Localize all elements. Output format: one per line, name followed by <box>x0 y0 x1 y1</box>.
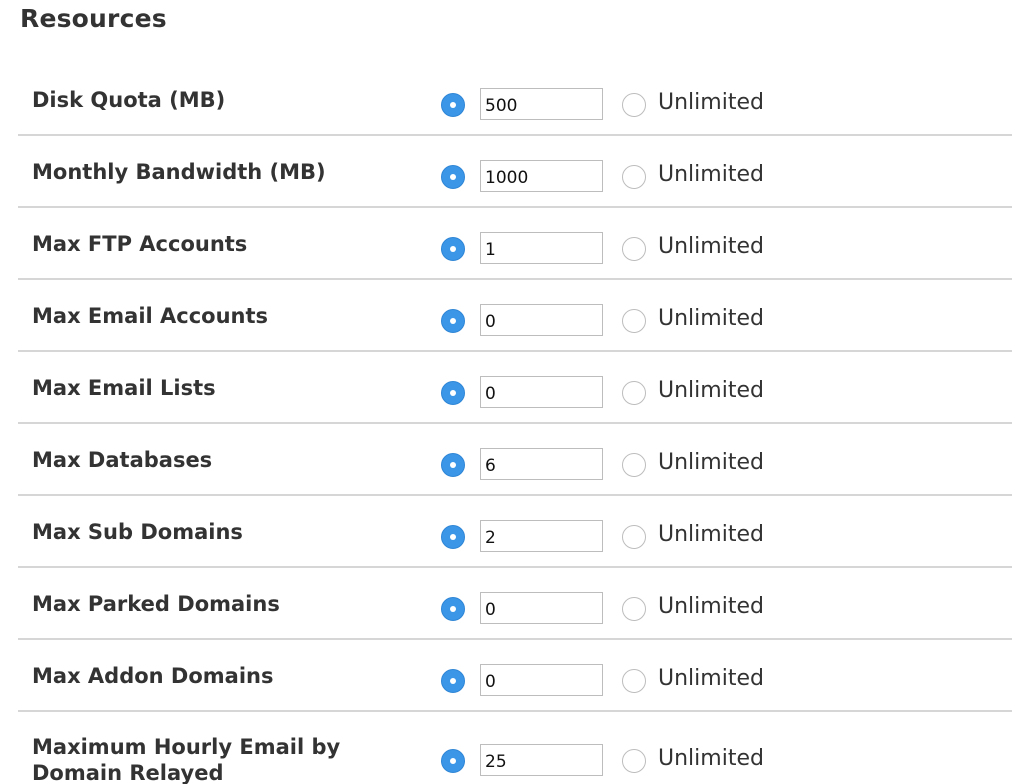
section-title: Resources <box>20 4 167 33</box>
value-radio[interactable] <box>441 525 465 549</box>
resource-row-max-hourly-email: Maximum Hourly Email by Domain Relayed U… <box>18 712 1012 784</box>
unlimited-radio[interactable] <box>622 669 646 693</box>
value-input[interactable] <box>480 88 603 120</box>
resource-list: Disk Quota (MB) Unlimited Monthly Bandwi… <box>18 64 1012 784</box>
unlimited-radio[interactable] <box>622 749 646 773</box>
row-label: Max Parked Domains <box>32 592 280 616</box>
unlimited-label[interactable]: Unlimited <box>658 232 764 262</box>
value-radio[interactable] <box>441 165 465 189</box>
unlimited-label[interactable]: Unlimited <box>658 744 764 774</box>
unlimited-radio[interactable] <box>622 237 646 261</box>
value-radio[interactable] <box>441 93 465 117</box>
value-input[interactable] <box>480 448 603 480</box>
resource-row-monthly-bandwidth: Monthly Bandwidth (MB) Unlimited <box>18 136 1012 208</box>
row-label: Disk Quota (MB) <box>32 88 226 112</box>
value-input[interactable] <box>480 376 603 408</box>
value-input[interactable] <box>480 592 603 624</box>
value-radio[interactable] <box>441 597 465 621</box>
resource-row-max-parked-domains: Max Parked Domains Unlimited <box>18 568 1012 640</box>
value-radio[interactable] <box>441 669 465 693</box>
value-radio[interactable] <box>441 453 465 477</box>
row-label: Max Databases <box>32 448 213 472</box>
unlimited-label[interactable]: Unlimited <box>658 88 764 118</box>
value-input[interactable] <box>480 304 603 336</box>
unlimited-label[interactable]: Unlimited <box>658 448 764 478</box>
value-input[interactable] <box>480 160 603 192</box>
value-radio[interactable] <box>441 237 465 261</box>
resource-row-max-email-lists: Max Email Lists Unlimited <box>18 352 1012 424</box>
resource-row-max-databases: Max Databases Unlimited <box>18 424 1012 496</box>
unlimited-label[interactable]: Unlimited <box>658 304 764 334</box>
unlimited-label[interactable]: Unlimited <box>658 520 764 550</box>
unlimited-radio[interactable] <box>622 525 646 549</box>
value-input[interactable] <box>480 744 603 776</box>
resources-panel: Resources Disk Quota (MB) Unlimited Mont… <box>0 0 1024 784</box>
value-radio[interactable] <box>441 749 465 773</box>
value-input[interactable] <box>480 232 603 264</box>
row-label: Max Email Accounts <box>32 304 269 328</box>
resource-row-max-ftp-accounts: Max FTP Accounts Unlimited <box>18 208 1012 280</box>
resource-row-max-sub-domains: Max Sub Domains Unlimited <box>18 496 1012 568</box>
value-input[interactable] <box>480 520 603 552</box>
unlimited-label[interactable]: Unlimited <box>658 376 764 406</box>
value-radio[interactable] <box>441 381 465 405</box>
value-radio[interactable] <box>441 309 465 333</box>
row-label: Max Sub Domains <box>32 520 243 544</box>
row-label: Monthly Bandwidth (MB) <box>32 160 326 184</box>
row-label: Max FTP Accounts <box>32 232 248 256</box>
unlimited-label[interactable]: Unlimited <box>658 160 764 190</box>
unlimited-radio[interactable] <box>622 381 646 405</box>
unlimited-radio[interactable] <box>622 453 646 477</box>
unlimited-radio[interactable] <box>622 93 646 117</box>
resource-row-disk-quota: Disk Quota (MB) Unlimited <box>18 64 1012 136</box>
resource-row-max-email-accounts: Max Email Accounts Unlimited <box>18 280 1012 352</box>
row-label: Maximum Hourly Email by Domain Relayed <box>32 735 341 784</box>
value-input[interactable] <box>480 664 603 696</box>
unlimited-radio[interactable] <box>622 309 646 333</box>
row-label: Max Email Lists <box>32 376 216 400</box>
unlimited-radio[interactable] <box>622 597 646 621</box>
row-label: Max Addon Domains <box>32 664 274 688</box>
unlimited-radio[interactable] <box>622 165 646 189</box>
unlimited-label[interactable]: Unlimited <box>658 592 764 622</box>
resource-row-max-addon-domains: Max Addon Domains Unlimited <box>18 640 1012 712</box>
unlimited-label[interactable]: Unlimited <box>658 664 764 694</box>
